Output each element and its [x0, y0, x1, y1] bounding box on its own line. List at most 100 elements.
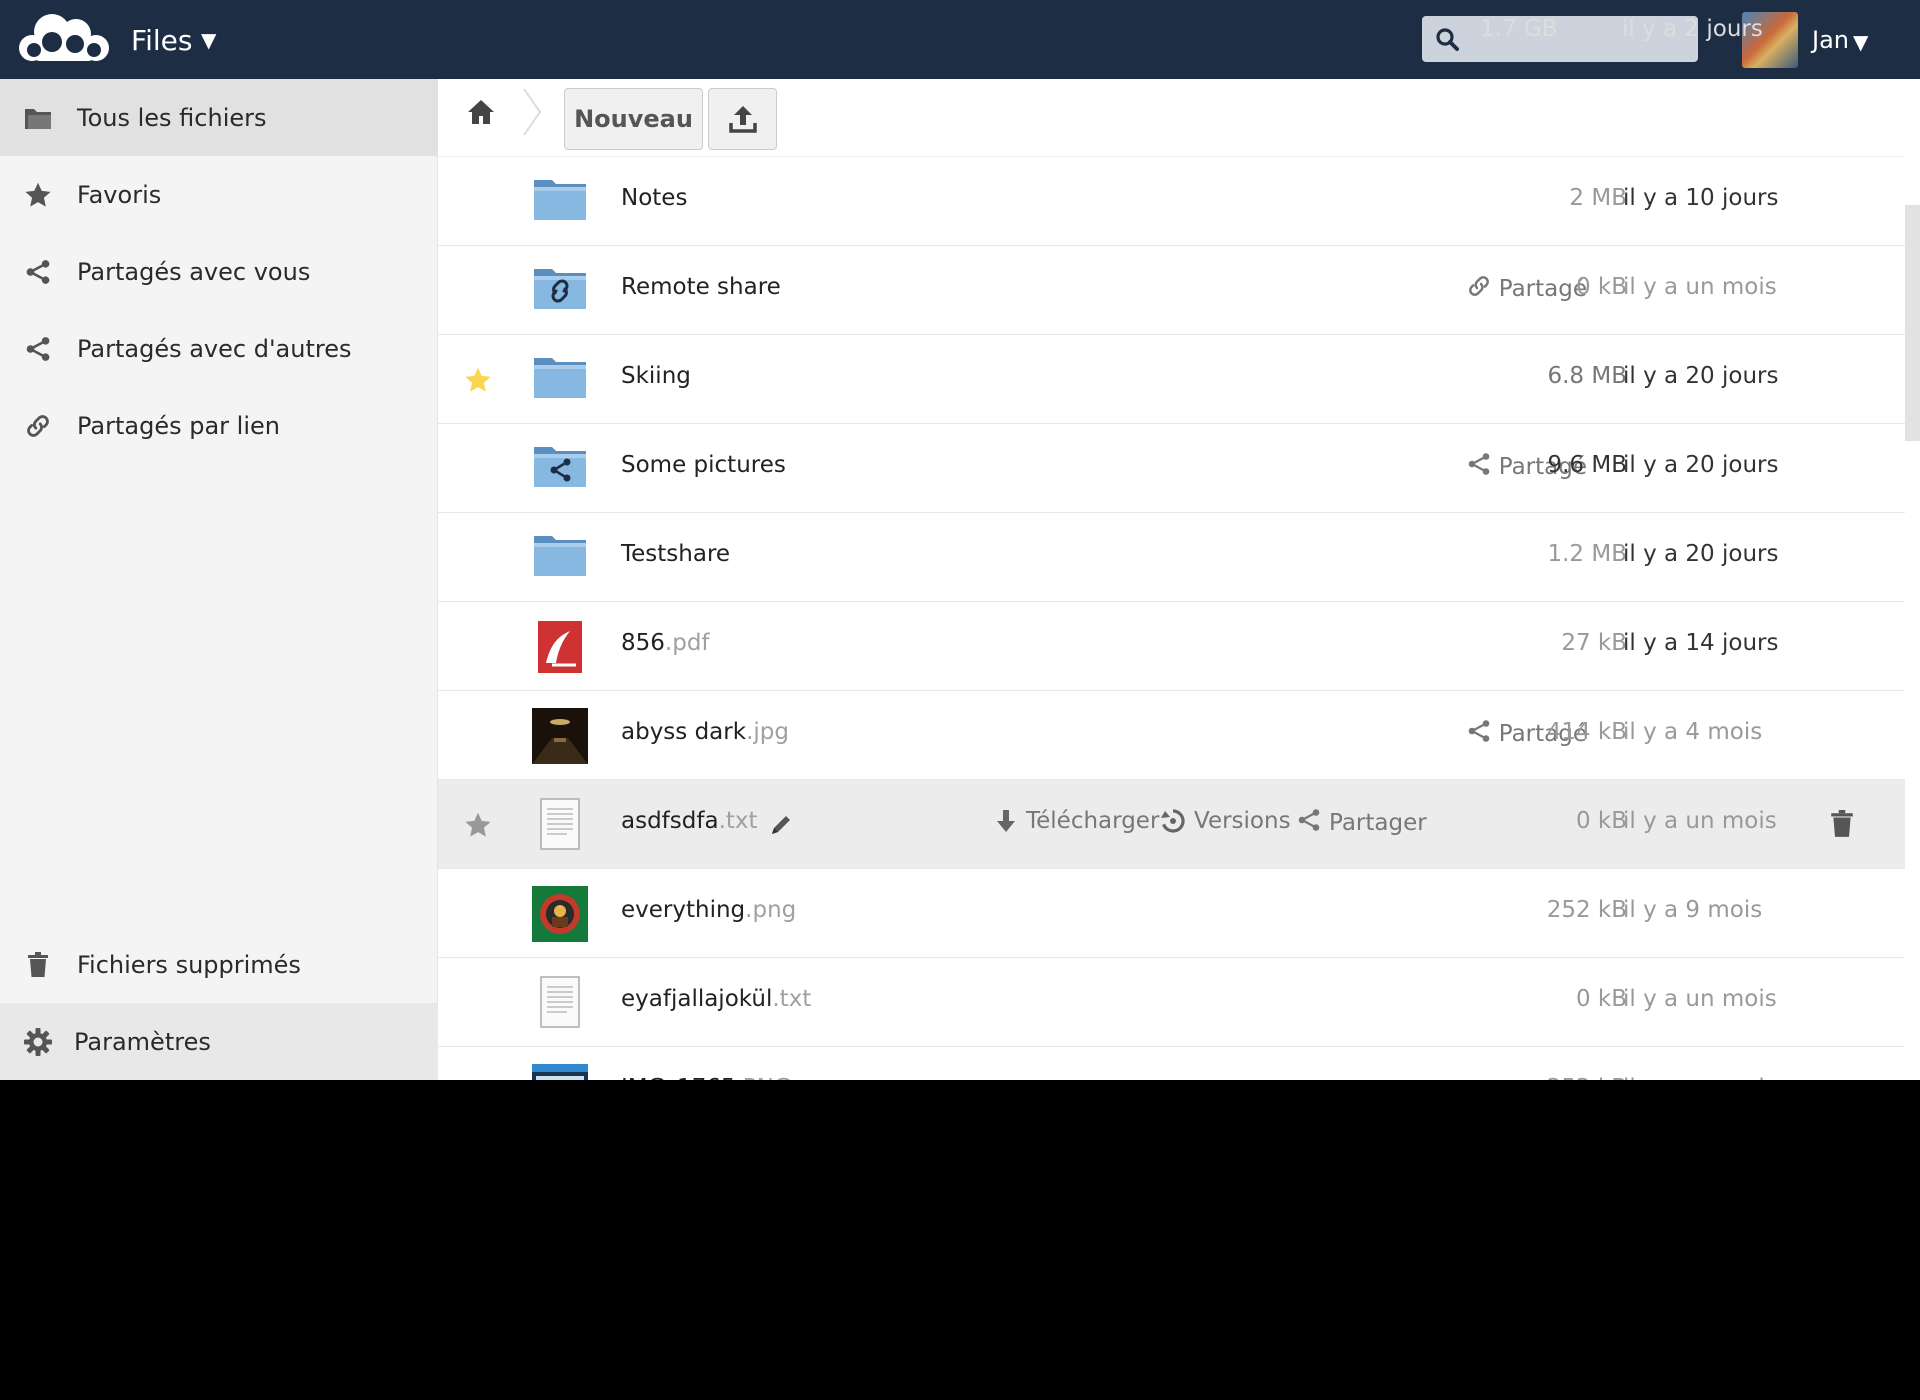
history-icon: [1161, 809, 1185, 833]
file-row[interactable]: Notes 2 MB il y a 10 jours: [438, 157, 1905, 246]
file-modified-date: il y a 4 mois: [1623, 719, 1763, 745]
file-row[interactable]: 856.pdf 27 kB il y a 14 jours: [438, 602, 1905, 691]
file-extension: .PNG: [735, 1075, 791, 1080]
share-action[interactable]: Partager: [1297, 808, 1427, 838]
versions-action[interactable]: Versions: [1160, 808, 1291, 834]
file-row[interactable]: asdfsdfa.txt Télécharger Versions Partager 0…: [438, 780, 1905, 869]
file-size: 414 kB: [1546, 719, 1627, 745]
user-menu-label[interactable]: Jan: [1812, 26, 1849, 54]
file-thumbnail-icon[interactable]: [532, 619, 588, 675]
file-size: 0 kB: [1575, 274, 1627, 300]
file-row[interactable]: eyafjallajokül.txt 0 kB il y a un mois: [438, 958, 1905, 1047]
favorite-star-icon[interactable]: [464, 811, 492, 839]
upload-icon: [728, 106, 757, 133]
file-extension: .pdf: [664, 630, 710, 656]
home-icon[interactable]: [466, 97, 496, 127]
file-name[interactable]: IMG_1765.PNG: [621, 1075, 792, 1080]
user-menu-caret-icon[interactable]: ▼: [1853, 30, 1868, 54]
scrollbar[interactable]: [1905, 205, 1920, 441]
file-size: 2 MB: [1569, 185, 1627, 211]
file-thumbnail-icon[interactable]: [532, 352, 588, 408]
settings-button[interactable]: Paramètres: [0, 1003, 438, 1080]
download-label: Télécharger: [1026, 808, 1160, 834]
partially-hidden-size: 1.7 GB: [1480, 16, 1558, 42]
delete-trash-icon[interactable]: [1829, 810, 1855, 838]
file-basename: 856: [621, 630, 665, 656]
share-icon: [1467, 719, 1491, 749]
controls-bar: Nouveau: [438, 79, 1905, 157]
file-row[interactable]: Testshare 1.2 MB il y a 20 jours: [438, 513, 1905, 602]
file-row[interactable]: everything.png 252 kB il y a 9 mois: [438, 869, 1905, 958]
sidebar-item-deleted-files[interactable]: Fichiers supprimés: [0, 926, 438, 1003]
shared-indicator[interactable]: Partagé: [1467, 274, 1587, 304]
file-basename: Testshare: [621, 541, 731, 567]
gear-icon: [23, 1027, 53, 1057]
download-icon: [997, 810, 1015, 832]
file-thumbnail-icon[interactable]: [532, 174, 588, 230]
file-size: 252 kB: [1547, 1075, 1627, 1080]
file-name[interactable]: Testshare: [621, 541, 730, 567]
upload-button[interactable]: [708, 88, 777, 150]
app-menu-label[interactable]: Files: [131, 24, 192, 57]
download-action[interactable]: Télécharger: [994, 808, 1159, 834]
share-icon: [23, 334, 53, 364]
file-row[interactable]: abyss dark.jpg Partagé 414 kB il y a 4 mois: [438, 691, 1905, 780]
file-name[interactable]: everything.png: [621, 897, 796, 923]
file-thumbnail-icon[interactable]: [532, 886, 588, 942]
share-label: Partager: [1329, 810, 1427, 836]
file-row[interactable]: Skiing 6.8 MB il y a 20 jours: [438, 335, 1905, 424]
file-thumbnail-icon[interactable]: [532, 1064, 588, 1080]
file-name[interactable]: Notes: [621, 185, 687, 211]
file-extension: .txt: [772, 986, 812, 1012]
file-row[interactable]: IMG_1765.PNG 252 kBil y a un mois: [438, 1047, 1905, 1080]
sidebar-item-favorites[interactable]: Favoris: [0, 156, 438, 233]
sidebar-item-shared-with-others[interactable]: Partagés avec d'autres: [0, 310, 438, 387]
file-name[interactable]: Remote share: [621, 274, 781, 300]
new-button[interactable]: Nouveau: [564, 88, 703, 150]
file-basename: asdfsdfa: [621, 808, 719, 834]
file-row[interactable]: Some pictures Partagé 9.6 MB il y a 20 jour…: [438, 424, 1905, 513]
file-name[interactable]: Some pictures: [621, 452, 786, 478]
file-row[interactable]: Remote share Partagé 0 kB il y a un mois: [438, 246, 1905, 335]
file-thumbnail-icon[interactable]: [532, 708, 588, 764]
file-size: 27 kB: [1561, 630, 1627, 656]
file-size: 252 kB: [1546, 897, 1627, 923]
sidebar: Tous les fichiers Favoris Partagés avec …: [0, 79, 438, 1080]
file-name[interactable]: Skiing: [621, 363, 691, 389]
file-thumbnail-icon[interactable]: [532, 263, 588, 319]
sidebar-item-shared-with-you[interactable]: Partagés avec vous: [0, 233, 438, 310]
search-icon: [1436, 28, 1459, 51]
file-thumbnail-icon[interactable]: [532, 975, 588, 1031]
file-thumbnail-icon[interactable]: [532, 441, 588, 497]
shared-label: Partagé: [1498, 276, 1587, 302]
file-thumbnail-icon[interactable]: [532, 530, 588, 586]
file-name[interactable]: asdfsdfa.txt: [621, 808, 758, 834]
rename-pencil-icon[interactable]: [768, 812, 794, 838]
file-size: 0 kB: [1575, 808, 1627, 834]
sidebar-item-all-files[interactable]: Tous les fichiers: [0, 79, 438, 156]
sidebar-item-label: Partagés avec d'autres: [77, 334, 352, 363]
file-size: 1.2 MB: [1547, 541, 1627, 567]
file-modified-date: il y a 9 mois: [1623, 897, 1763, 923]
sidebar-item-label: Tous les fichiers: [77, 103, 267, 132]
app-menu-caret-icon[interactable]: ▼: [201, 28, 216, 52]
file-name[interactable]: abyss dark.jpg: [621, 719, 789, 745]
file-extension: .txt: [718, 808, 758, 834]
share-icon: [23, 257, 53, 287]
file-extension: .png: [745, 897, 797, 923]
file-name[interactable]: 856.pdf: [621, 630, 710, 656]
share-icon: [1467, 452, 1491, 482]
file-basename: everything: [621, 897, 746, 923]
link-icon: [1467, 274, 1491, 304]
file-thumbnail-icon[interactable]: [532, 797, 588, 853]
star-icon: [23, 180, 53, 210]
trash-icon: [23, 950, 53, 980]
file-basename: IMG_1765: [621, 1075, 735, 1080]
file-basename: Skiing: [621, 363, 691, 389]
favorite-star-icon[interactable]: [464, 366, 492, 394]
share-icon: [1297, 808, 1321, 838]
file-size: 9.6 MB: [1547, 452, 1627, 478]
sidebar-item-shared-by-link[interactable]: Partagés par lien: [0, 387, 438, 464]
owncloud-logo-icon[interactable]: [18, 12, 110, 64]
file-name[interactable]: eyafjallajokül.txt: [621, 986, 811, 1012]
